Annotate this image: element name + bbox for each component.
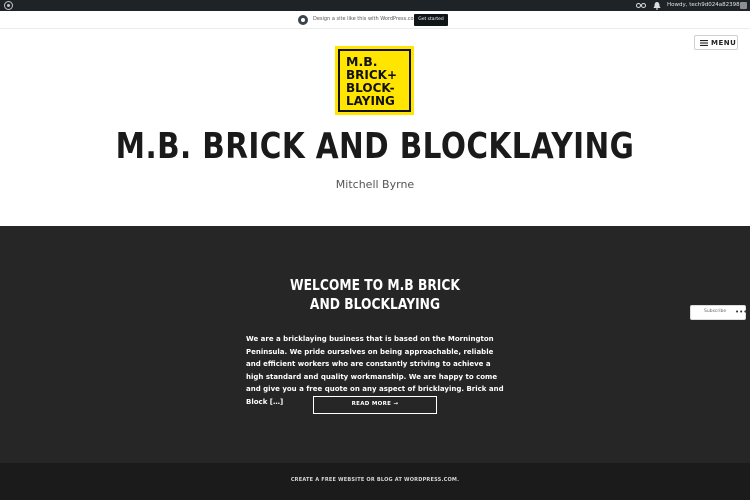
logo-line-1: M.B. [346, 54, 377, 69]
promo-text[interactable]: Design a site like this with WordPress.c… [313, 16, 418, 22]
footer-wordpress-link[interactable]: CREATE A FREE WEBSITE OR BLOG AT WORDPRE… [0, 477, 750, 483]
site-footer: CREATE A FREE WEBSITE OR BLOG AT WORDPRE… [0, 463, 750, 500]
get-started-button[interactable]: Get started [414, 14, 448, 26]
main-content: WELCOME TO M.B BRICK AND BLOCKLAYING We … [0, 226, 750, 463]
wordpress-icon [298, 15, 308, 25]
avatar[interactable] [740, 2, 747, 9]
read-more-button[interactable]: READ MORE → [313, 396, 437, 414]
account-greeting[interactable]: Howdy, tech9d024a82398 [667, 1, 740, 10]
logo-text: M.B. BRICK+ BLOCK- LAYING [346, 54, 397, 108]
menu-label: MENU [711, 39, 737, 47]
post-title[interactable]: WELCOME TO M.B BRICK AND BLOCKLAYING [273, 276, 478, 314]
admin-bar: Howdy, tech9d024a82398 [0, 0, 750, 11]
logo-line-3: BLOCK- [346, 81, 395, 95]
site-title[interactable]: M.B. BRICK AND BLOCKLAYING [68, 126, 683, 167]
menu-button[interactable]: MENU [694, 35, 738, 50]
promo-banner: Design a site like this with WordPress.c… [0, 11, 750, 29]
post-title-line-2: AND BLOCKLAYING [309, 295, 441, 313]
subscribe-widget: Subscribe ••• [690, 305, 747, 320]
wordpress-logo-icon[interactable] [4, 1, 13, 10]
post-title-line-1: WELCOME TO M.B BRICK [290, 276, 460, 294]
hamburger-icon [700, 40, 708, 46]
more-options-icon[interactable]: ••• [735, 308, 747, 317]
logo-line-4: LAYING [346, 94, 395, 108]
reader-icon[interactable] [636, 2, 646, 9]
site-tagline: Mitchell Byrne [335, 178, 415, 191]
subscribe-button[interactable]: Subscribe [704, 309, 726, 314]
logo-line-2: BRICK+ [346, 68, 397, 82]
site-logo[interactable]: M.B. BRICK+ BLOCK- LAYING [335, 46, 414, 115]
notifications-bell-icon[interactable] [653, 1, 661, 10]
